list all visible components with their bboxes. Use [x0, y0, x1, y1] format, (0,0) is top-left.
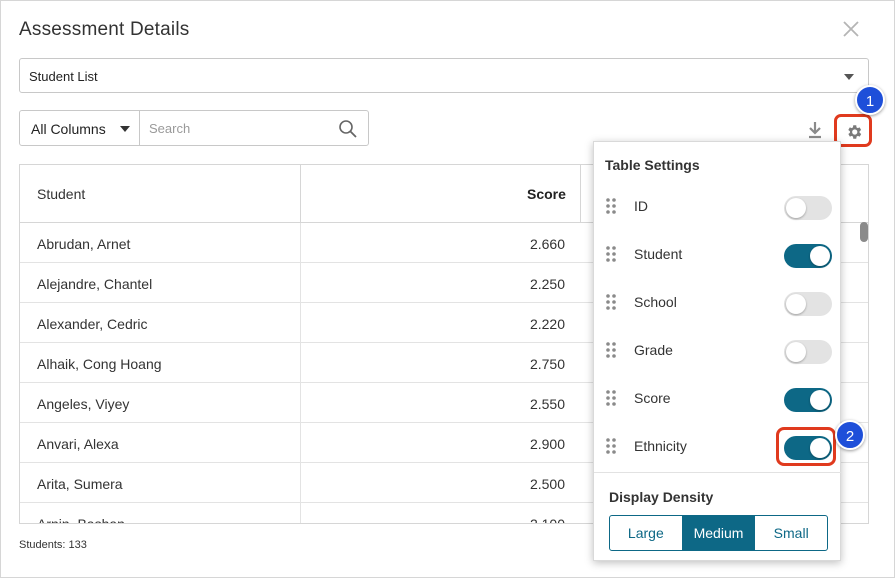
chevron-down-icon — [844, 74, 854, 80]
column-setting-label: Student — [634, 246, 683, 262]
toggle-knob — [786, 342, 806, 362]
filter-group: All Columns — [19, 110, 369, 146]
view-select-value: Student List — [29, 69, 98, 84]
column-divider — [300, 223, 301, 263]
column-visibility-toggle[interactable] — [784, 292, 832, 316]
student-score: 2.550 — [529, 396, 565, 412]
drag-handle-icon[interactable] — [606, 294, 616, 310]
drag-handle-icon[interactable] — [606, 246, 616, 262]
column-setting-label: School — [634, 294, 677, 310]
caret-down-icon — [120, 126, 130, 132]
student-name: Arnin, Bashan — [37, 516, 125, 524]
student-name: Anvari, Alexa — [37, 436, 119, 452]
column-setting-label: Grade — [634, 342, 673, 358]
highlight-box — [776, 427, 836, 466]
close-button[interactable] — [839, 17, 863, 41]
dialog-title: Assessment Details — [19, 19, 190, 40]
column-header-student[interactable]: Student — [37, 186, 85, 202]
student-name: Arita, Sumera — [37, 476, 123, 492]
search-icon[interactable] — [338, 119, 358, 139]
student-name: Angeles, Viyey — [37, 396, 130, 412]
student-name: Alejandre, Chantel — [37, 276, 153, 292]
toggle-knob — [810, 246, 830, 266]
column-divider — [300, 165, 301, 223]
student-score: 2.750 — [529, 356, 565, 372]
close-icon — [843, 21, 859, 37]
column-setting-score: Score — [594, 376, 842, 424]
column-divider — [300, 383, 301, 423]
density-option-large[interactable]: Large — [610, 516, 683, 550]
density-option-small[interactable]: Small — [755, 516, 827, 550]
columns-dropdown[interactable]: All Columns — [20, 111, 140, 145]
column-setting-school: School — [594, 280, 842, 328]
columns-dropdown-label: All Columns — [31, 121, 106, 137]
column-divider — [300, 463, 301, 503]
assessment-details-dialog: Assessment Details Student List All Colu… — [0, 0, 895, 578]
column-visibility-toggle[interactable] — [784, 244, 832, 268]
student-name: Alhaik, Cong Hoang — [37, 356, 162, 372]
divider — [594, 472, 842, 473]
student-name: Abrudan, Arnet — [37, 236, 131, 252]
column-setting-id: ID — [594, 184, 842, 232]
drag-handle-icon[interactable] — [606, 390, 616, 406]
column-visibility-toggle[interactable] — [784, 388, 832, 412]
column-divider — [580, 165, 581, 223]
column-divider — [300, 343, 301, 383]
column-divider — [300, 303, 301, 343]
column-divider — [300, 263, 301, 303]
column-header-score[interactable]: Score — [527, 186, 566, 202]
drag-handle-icon[interactable] — [606, 438, 616, 454]
column-divider — [300, 423, 301, 463]
density-option-medium[interactable]: Medium — [682, 516, 756, 550]
annotation-badge-2: 2 — [835, 420, 865, 450]
column-divider — [300, 503, 301, 523]
student-score: 2.500 — [529, 476, 565, 492]
column-setting-grade: Grade — [594, 328, 842, 376]
student-score: 2.100 — [529, 516, 565, 524]
density-title: Display Density — [609, 489, 714, 505]
gear-icon — [848, 125, 862, 139]
drag-handle-icon[interactable] — [606, 342, 616, 358]
drag-handle-icon[interactable] — [606, 198, 616, 214]
student-score: 2.250 — [529, 276, 565, 292]
density-toggle-group: Large Medium Small — [609, 515, 828, 551]
student-count: Students: 133 — [19, 539, 87, 551]
table-settings-panel: Table Settings ID Student School Grade Score… — [593, 141, 842, 561]
column-setting-student: Student — [594, 232, 842, 280]
scrollbar-thumb[interactable] — [860, 222, 868, 242]
toggle-knob — [786, 198, 806, 218]
student-score: 2.220 — [529, 316, 565, 332]
panel-title: Table Settings — [605, 157, 700, 173]
annotation-badge-1: 1 — [855, 85, 885, 115]
column-setting-label: Score — [634, 390, 671, 406]
toggle-knob — [786, 294, 806, 314]
column-setting-label: Ethnicity — [634, 438, 687, 454]
download-icon[interactable] — [807, 121, 823, 139]
student-name: Alexander, Cedric — [37, 316, 148, 332]
search-input[interactable] — [141, 111, 331, 145]
column-setting-label: ID — [634, 198, 648, 214]
column-visibility-toggle[interactable] — [784, 340, 832, 364]
toggle-knob — [810, 390, 830, 410]
column-visibility-toggle[interactable] — [784, 196, 832, 220]
student-score: 2.660 — [529, 236, 565, 252]
student-score: 2.900 — [529, 436, 565, 452]
view-select[interactable]: Student List — [19, 58, 869, 93]
